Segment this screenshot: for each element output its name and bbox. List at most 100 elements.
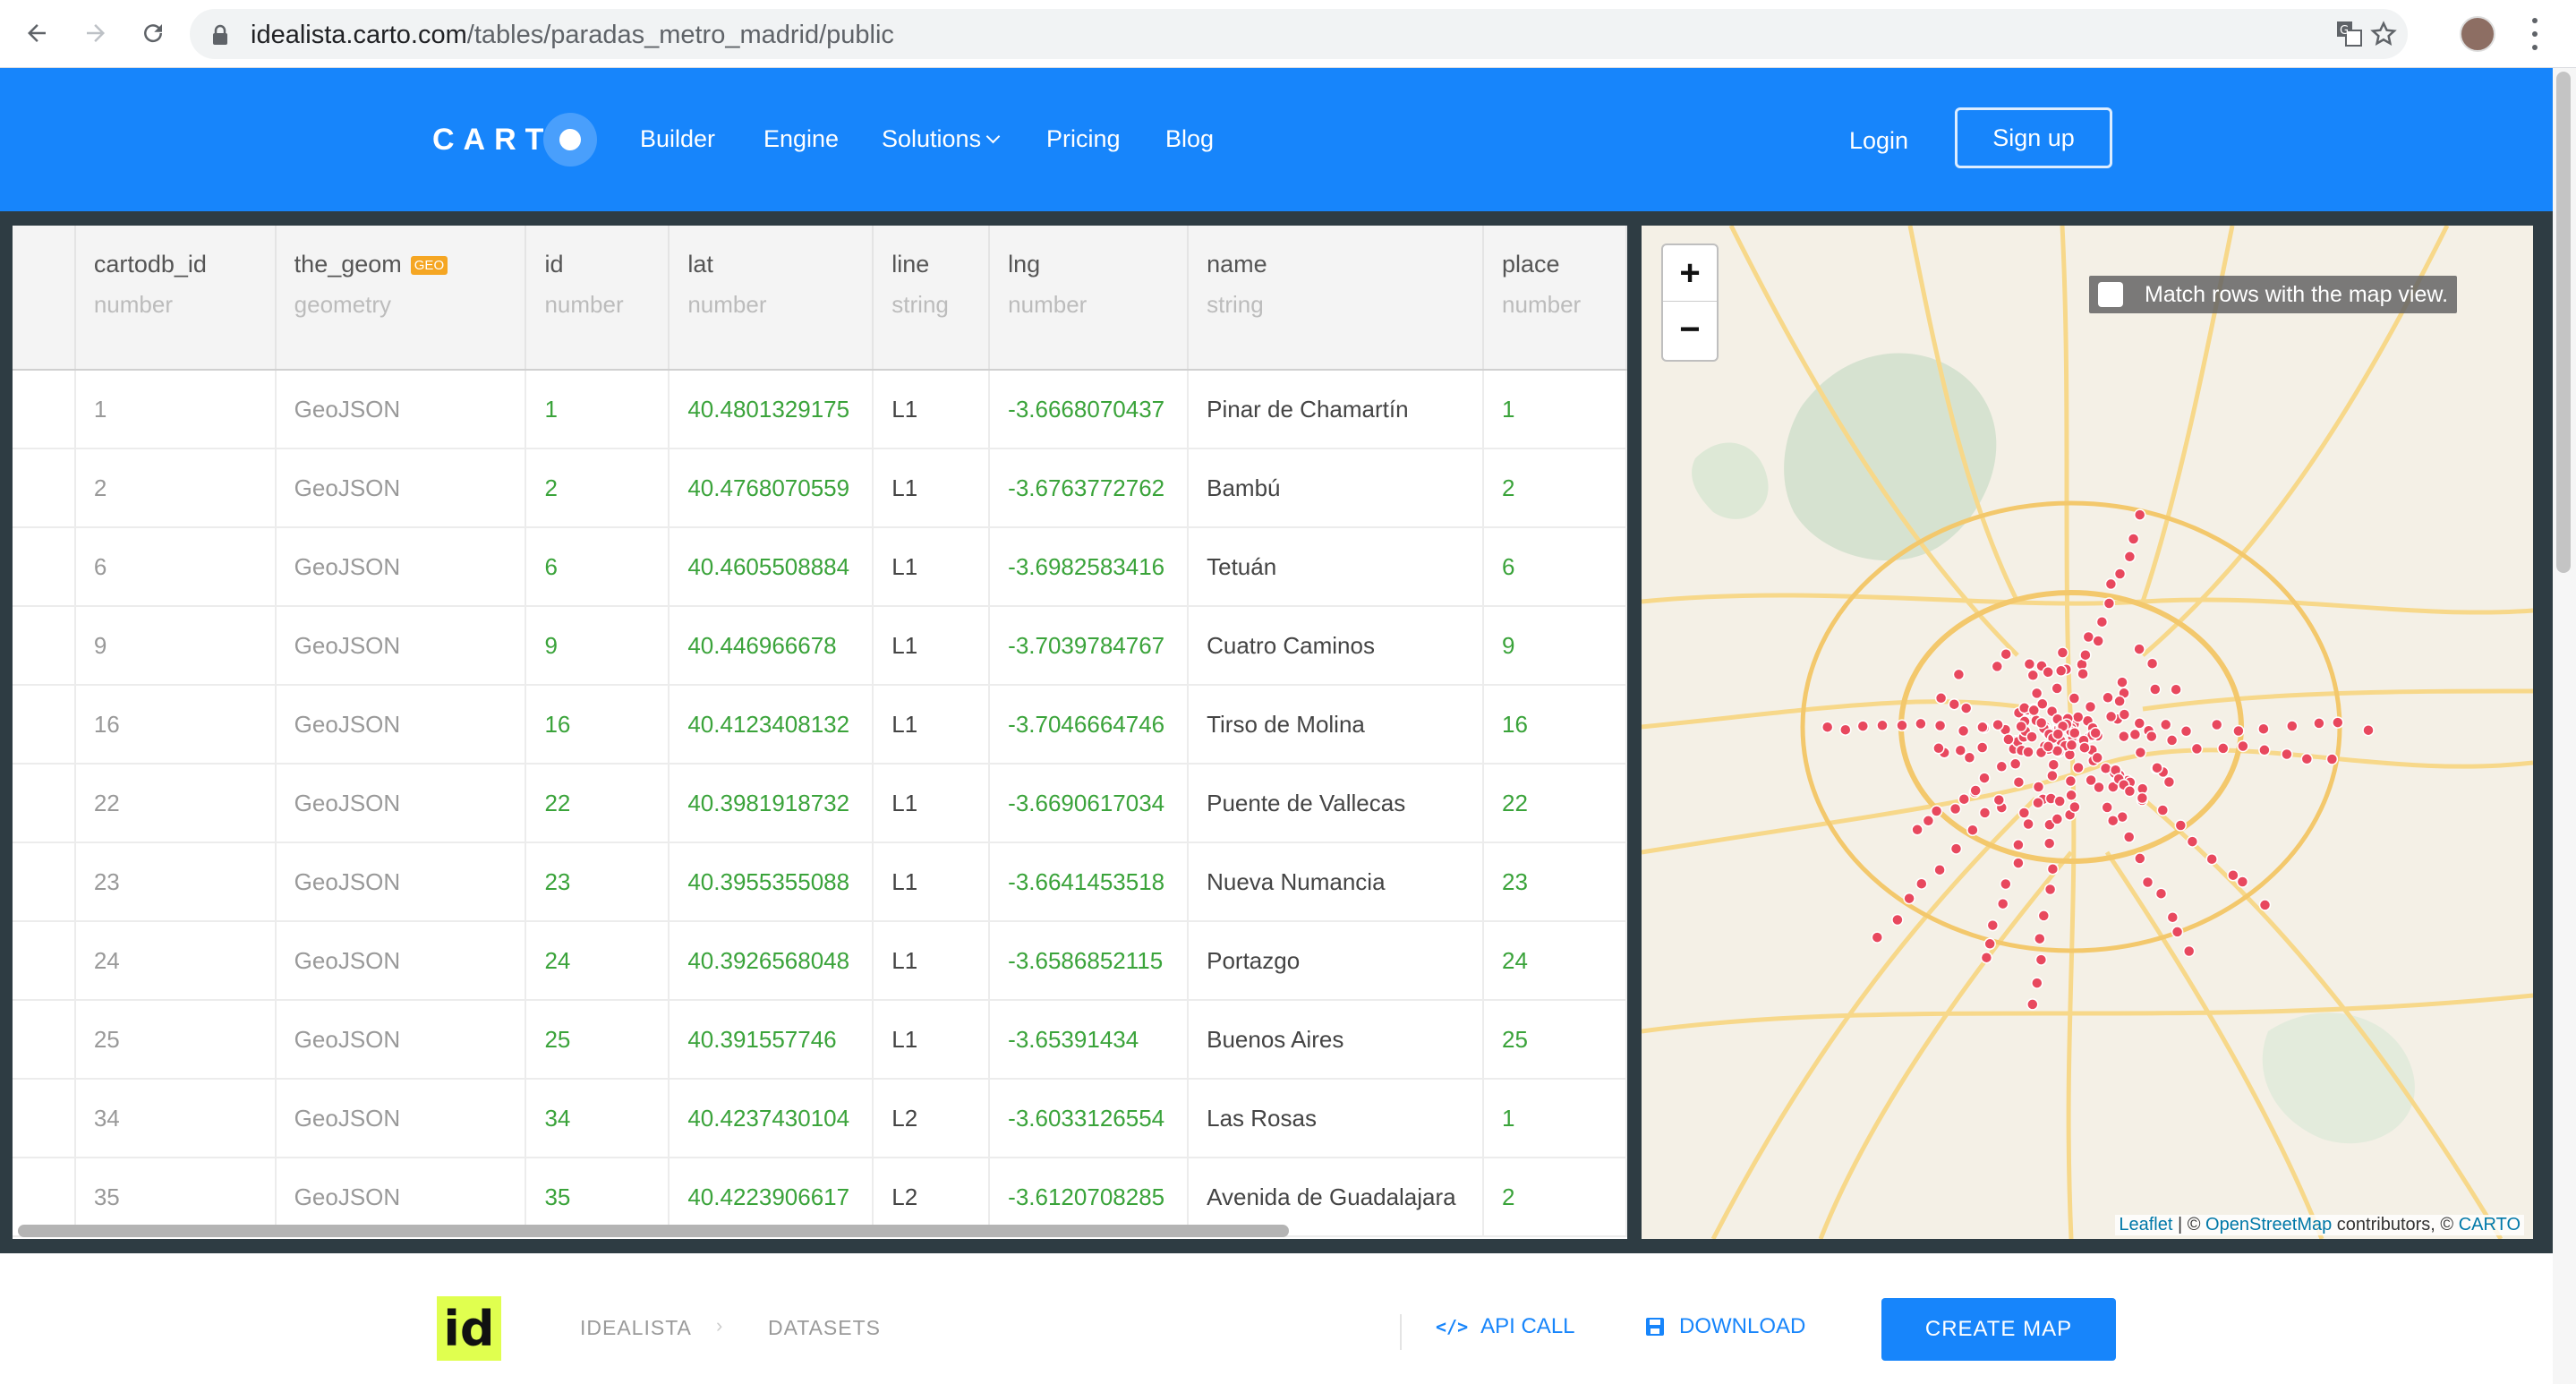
table-cell-lat[interactable]: 40.3981918732 <box>669 764 874 843</box>
column-header[interactable]: line string <box>873 226 991 371</box>
map-panel[interactable]: + − Match rows with the map view. Leafle… <box>1642 226 2533 1239</box>
table-row[interactable]: 2 GeoJSON 2 40.4768070559 L1 -3.6763772762 Bam… <box>13 449 1627 528</box>
translate-icon[interactable]: G <box>2334 19 2365 49</box>
table-row[interactable]: 6 GeoJSON 6 40.4605508884 L1 -3.6982583416 Tet… <box>13 527 1627 607</box>
back-icon[interactable] <box>16 13 57 54</box>
table-cell-cartodb_id[interactable]: 22 <box>74 764 277 843</box>
table-cell-lat[interactable]: 40.4123408132 <box>669 685 874 765</box>
row-selector[interactable] <box>13 842 76 922</box>
table-cell-line[interactable]: L1 <box>873 764 991 843</box>
avatar[interactable] <box>2460 16 2495 52</box>
osm-link[interactable]: OpenStreetMap <box>2205 1215 2332 1234</box>
zoom-in-button[interactable]: + <box>1663 245 1717 302</box>
table-cell-line[interactable]: L1 <box>873 527 991 607</box>
table-cell-cartodb_id[interactable]: 9 <box>74 606 277 686</box>
table-cell-line[interactable]: L1 <box>873 1000 991 1080</box>
table-cell-lat[interactable]: 40.4768070559 <box>669 449 874 528</box>
table-cell-cartodb_id[interactable]: 6 <box>74 527 277 607</box>
row-selector[interactable] <box>13 527 76 607</box>
row-selector[interactable] <box>13 606 76 686</box>
table-cell-name[interactable]: Cuatro Caminos <box>1188 606 1485 686</box>
menu-icon[interactable] <box>2526 18 2544 50</box>
table-cell-name[interactable]: Buenos Aires <box>1188 1000 1485 1080</box>
table-cell-lng[interactable]: -3.6586852115 <box>989 921 1190 1001</box>
table-cell-place[interactable]: 22 <box>1483 764 1627 843</box>
page-scrollbar-thumb[interactable] <box>2556 72 2571 573</box>
table-cell-name[interactable]: Nueva Numancia <box>1188 842 1485 922</box>
row-selector[interactable] <box>13 449 76 528</box>
table-row[interactable]: 1 GeoJSON 1 40.4801329175 L1 -3.6668070437 Pin… <box>13 370 1627 449</box>
table-cell-cartodb_id[interactable]: 1 <box>74 370 277 449</box>
table-cell-place[interactable]: 9 <box>1483 606 1627 686</box>
address-bar[interactable]: idealista.carto.com/tables/paradas_metro… <box>190 9 2408 59</box>
table-cell-place[interactable]: 1 <box>1483 370 1627 449</box>
column-header[interactable]: the_geom GEO geometry <box>275 226 527 371</box>
column-header[interactable]: lat number <box>669 226 874 371</box>
table-cell-the_geom[interactable]: GeoJSON <box>275 370 527 449</box>
table-row[interactable]: 34 GeoJSON 34 40.4237430104 L2 -3.6033126554 L… <box>13 1079 1627 1158</box>
table-cell-lng[interactable]: -3.7046664746 <box>989 685 1190 765</box>
nav-solutions[interactable]: Solutions <box>882 125 1001 153</box>
table-cell-the_geom[interactable]: GeoJSON <box>275 764 527 843</box>
table-cell-the_geom[interactable]: GeoJSON <box>275 527 527 607</box>
table-cell-lng[interactable]: -3.7039784767 <box>989 606 1190 686</box>
nav-pricing[interactable]: Pricing <box>1046 125 1121 153</box>
table-cell-id[interactable]: 6 <box>525 527 670 607</box>
table-cell-the_geom[interactable]: GeoJSON <box>275 449 527 528</box>
table-cell-lat[interactable]: 40.446966678 <box>669 606 874 686</box>
breadcrumb-datasets[interactable]: DATASETS <box>768 1316 881 1340</box>
column-header[interactable]: id number <box>525 226 670 371</box>
table-cell-cartodb_id[interactable]: 34 <box>74 1079 277 1158</box>
table-cell-id[interactable]: 25 <box>525 1000 670 1080</box>
match-rows-checkbox[interactable] <box>2098 282 2123 307</box>
horizontal-scrollbar[interactable] <box>18 1225 1289 1237</box>
row-selector[interactable] <box>13 921 76 1001</box>
signup-button[interactable]: Sign up <box>1955 107 2112 168</box>
table-cell-line[interactable]: L1 <box>873 606 991 686</box>
table-cell-line[interactable]: L1 <box>873 842 991 922</box>
leaflet-link[interactable]: Leaflet <box>2119 1215 2172 1234</box>
table-cell-place[interactable]: 16 <box>1483 685 1627 765</box>
table-cell-name[interactable]: Bambú <box>1188 449 1485 528</box>
reload-icon[interactable] <box>132 13 174 54</box>
row-selector[interactable] <box>13 764 76 843</box>
table-cell-cartodb_id[interactable]: 16 <box>74 685 277 765</box>
carto-logo[interactable]: CART <box>432 113 598 167</box>
table-cell-name[interactable]: Portazgo <box>1188 921 1485 1001</box>
table-cell-lng[interactable]: -3.6641453518 <box>989 842 1190 922</box>
table-cell-lat[interactable]: 40.4801329175 <box>669 370 874 449</box>
table-cell-lng[interactable]: -3.6668070437 <box>989 370 1190 449</box>
table-row[interactable]: 23 GeoJSON 23 40.3955355088 L1 -3.6641453518 N… <box>13 842 1627 922</box>
table-cell-the_geom[interactable]: GeoJSON <box>275 606 527 686</box>
star-icon[interactable] <box>2368 19 2399 49</box>
table-cell-id[interactable]: 2 <box>525 449 670 528</box>
table-cell-the_geom[interactable]: GeoJSON <box>275 921 527 1001</box>
table-cell-lat[interactable]: 40.3926568048 <box>669 921 874 1001</box>
table-cell-line[interactable]: L1 <box>873 921 991 1001</box>
table-cell-lng[interactable]: -3.65391434 <box>989 1000 1190 1080</box>
table-cell-line[interactable]: L1 <box>873 685 991 765</box>
table-cell-the_geom[interactable]: GeoJSON <box>275 1079 527 1158</box>
table-cell-place[interactable]: 1 <box>1483 1079 1627 1158</box>
table-cell-name[interactable]: Las Rosas <box>1188 1079 1485 1158</box>
table-cell-lng[interactable]: -3.6690617034 <box>989 764 1190 843</box>
row-selector[interactable] <box>13 1000 76 1080</box>
forward-icon[interactable] <box>75 13 116 54</box>
table-cell-place[interactable]: 24 <box>1483 921 1627 1001</box>
nav-builder[interactable]: Builder <box>640 125 715 153</box>
column-header[interactable]: cartodb_id number <box>74 226 277 371</box>
table-cell-name[interactable]: Tirso de Molina <box>1188 685 1485 765</box>
table-cell-place[interactable]: 2 <box>1483 1158 1627 1237</box>
table-cell-id[interactable]: 23 <box>525 842 670 922</box>
table-cell-lat[interactable]: 40.4605508884 <box>669 527 874 607</box>
table-cell-place[interactable]: 23 <box>1483 842 1627 922</box>
table-cell-id[interactable]: 22 <box>525 764 670 843</box>
table-cell-lat[interactable]: 40.391557746 <box>669 1000 874 1080</box>
table-row[interactable]: 25 GeoJSON 25 40.391557746 L1 -3.65391434 Buen… <box>13 1000 1627 1080</box>
column-header[interactable]: name string <box>1188 226 1485 371</box>
table-cell-name[interactable]: Pinar de Chamartín <box>1188 370 1485 449</box>
table-cell-line[interactable]: L1 <box>873 449 991 528</box>
table-cell-lat[interactable]: 40.3955355088 <box>669 842 874 922</box>
table-cell-name[interactable]: Tetuán <box>1188 527 1485 607</box>
row-selector[interactable] <box>13 685 76 765</box>
